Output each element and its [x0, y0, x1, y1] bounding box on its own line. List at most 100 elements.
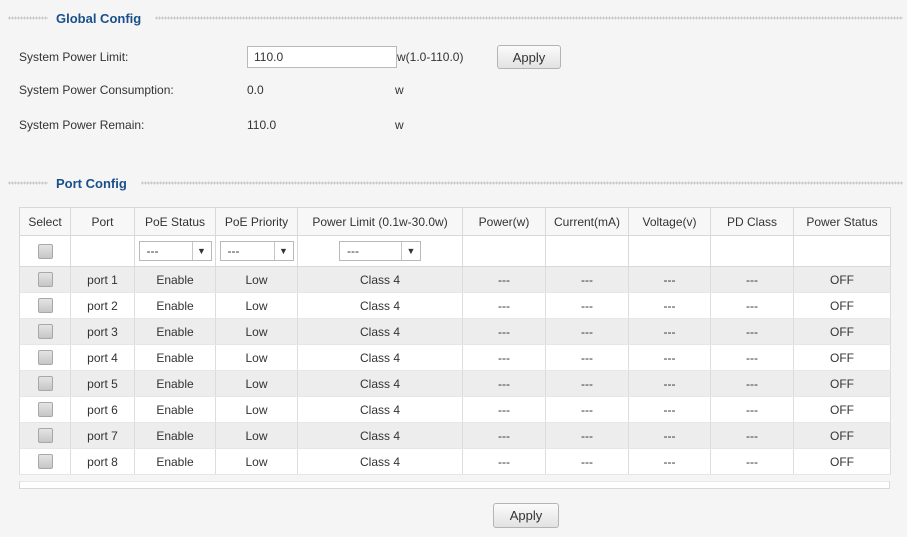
caret-down-icon: ▼: [191, 242, 211, 260]
cell-power: ---: [462, 318, 546, 345]
cell-pd-class: ---: [710, 266, 794, 293]
port-config-table: Select Port PoE Status PoE Priority Powe…: [19, 207, 891, 475]
cell-status: Enable: [134, 344, 216, 371]
cell-voltage: ---: [628, 344, 711, 371]
row-select-checkbox[interactable]: [37, 376, 53, 392]
row-select-checkbox[interactable]: [37, 428, 53, 444]
cell-power-status: OFF: [793, 318, 891, 345]
cell-power-status: OFF: [793, 448, 891, 475]
caret-down-icon: ▼: [273, 242, 293, 260]
cell-power: ---: [462, 396, 546, 423]
cell-pd-class: ---: [710, 292, 794, 319]
cell-voltage: ---: [628, 396, 711, 423]
cell-voltage: ---: [628, 318, 711, 345]
power-limit-row: System Power Limit: w(1.0-110.0) Apply: [19, 45, 561, 69]
cell-limit: Class 4: [297, 396, 463, 423]
cell-limit: Class 4: [297, 370, 463, 397]
poe-status-select-value: ---: [146, 244, 159, 258]
section-title: Global Config: [56, 10, 142, 26]
table-row[interactable]: port 2 Enable Low Class 4 --- --- --- --- OFF: [19, 292, 891, 319]
power-limit-input[interactable]: [247, 46, 397, 68]
cell-status: Enable: [134, 422, 216, 449]
cell-status: Enable: [134, 448, 216, 475]
cell-port: port 5: [70, 370, 135, 397]
cell-current: ---: [545, 292, 629, 319]
consumption-label: System Power Consumption:: [19, 83, 174, 97]
row-select-checkbox[interactable]: [37, 272, 53, 288]
cell-power-status: OFF: [793, 344, 891, 371]
cell-priority: Low: [215, 266, 298, 293]
table-scroll-area: [19, 481, 890, 489]
table-row[interactable]: port 7 Enable Low Class 4 --- --- --- --- OFF: [19, 422, 891, 449]
section-divider: [8, 16, 48, 20]
global-apply-button[interactable]: Apply: [497, 45, 561, 69]
cell-status: Enable: [134, 318, 216, 345]
cell-power-status: OFF: [793, 422, 891, 449]
col-select: Select: [19, 207, 71, 236]
table-row[interactable]: port 8 Enable Low Class 4 --- --- --- --- OFF: [19, 448, 891, 475]
cell-port: port 7: [70, 422, 135, 449]
cell-limit: Class 4: [297, 448, 463, 475]
col-power-limit: Power Limit (0.1w-30.0w): [297, 207, 463, 236]
cell-priority: Low: [215, 292, 298, 319]
poe-priority-select-value: ---: [227, 244, 240, 258]
cell-pd-class: ---: [710, 370, 794, 397]
port-apply-button[interactable]: Apply: [493, 503, 559, 528]
cell-limit: Class 4: [297, 318, 463, 345]
consumption-unit: w: [395, 83, 404, 97]
cell-status: Enable: [134, 370, 216, 397]
cell-voltage: ---: [628, 370, 711, 397]
cell-priority: Low: [215, 370, 298, 397]
port-config-header: Port Config: [0, 175, 907, 191]
cell-current: ---: [545, 448, 629, 475]
poe-status-select[interactable]: --- ▼: [138, 241, 212, 261]
power-limit-select[interactable]: --- ▼: [339, 241, 421, 261]
remain-value: 110.0: [247, 118, 277, 132]
cell-port: port 4: [70, 344, 135, 371]
filter-row: --- ▼ --- ▼ --- ▼: [19, 235, 891, 267]
table-row[interactable]: port 3 Enable Low Class 4 --- --- --- --- OFF: [19, 318, 891, 345]
cell-pd-class: ---: [710, 448, 794, 475]
row-select-checkbox[interactable]: [37, 324, 53, 340]
power-limit-range: w(1.0-110.0): [397, 50, 464, 64]
row-select-checkbox[interactable]: [37, 298, 53, 314]
table-row[interactable]: port 6 Enable Low Class 4 --- --- --- --- OFF: [19, 396, 891, 423]
cell-pd-class: ---: [710, 318, 794, 345]
table-row[interactable]: port 1 Enable Low Class 4 --- --- --- --- OFF: [19, 266, 891, 293]
cell-limit: Class 4: [297, 344, 463, 371]
cell-priority: Low: [215, 448, 298, 475]
consumption-row: System Power Consumption: 0.0 w: [19, 78, 495, 102]
table-header-row: Select Port PoE Status PoE Priority Powe…: [19, 207, 891, 236]
cell-priority: Low: [215, 422, 298, 449]
port-rows: port 1 Enable Low Class 4 --- --- --- --- OFF por…: [19, 266, 891, 475]
cell-current: ---: [545, 396, 629, 423]
cell-power-status: OFF: [793, 292, 891, 319]
cell-current: ---: [545, 318, 629, 345]
caret-down-icon: ▼: [401, 242, 420, 260]
cell-power-status: OFF: [793, 370, 891, 397]
cell-pd-class: ---: [710, 344, 794, 371]
cell-voltage: ---: [628, 448, 711, 475]
cell-voltage: ---: [628, 266, 711, 293]
cell-power: ---: [462, 344, 546, 371]
section-divider: [140, 181, 903, 185]
poe-priority-select[interactable]: --- ▼: [219, 241, 294, 261]
col-pd-class: PD Class: [710, 207, 794, 236]
cell-power: ---: [462, 266, 546, 293]
col-poe-priority: PoE Priority: [215, 207, 298, 236]
cell-priority: Low: [215, 318, 298, 345]
power-limit-select-value: ---: [347, 244, 359, 258]
table-row[interactable]: port 4 Enable Low Class 4 --- --- --- --- OFF: [19, 344, 891, 371]
row-select-checkbox[interactable]: [37, 402, 53, 418]
consumption-value: 0.0: [247, 83, 264, 97]
row-select-checkbox[interactable]: [37, 454, 53, 470]
col-voltage: Voltage(v): [628, 207, 711, 236]
global-config-header: Global Config: [0, 10, 907, 26]
cell-limit: Class 4: [297, 422, 463, 449]
select-all-checkbox[interactable]: [37, 243, 53, 259]
cell-power: ---: [462, 292, 546, 319]
cell-current: ---: [545, 266, 629, 293]
col-port: Port: [70, 207, 135, 236]
table-row[interactable]: port 5 Enable Low Class 4 --- --- --- --- OFF: [19, 370, 891, 397]
row-select-checkbox[interactable]: [37, 350, 53, 366]
